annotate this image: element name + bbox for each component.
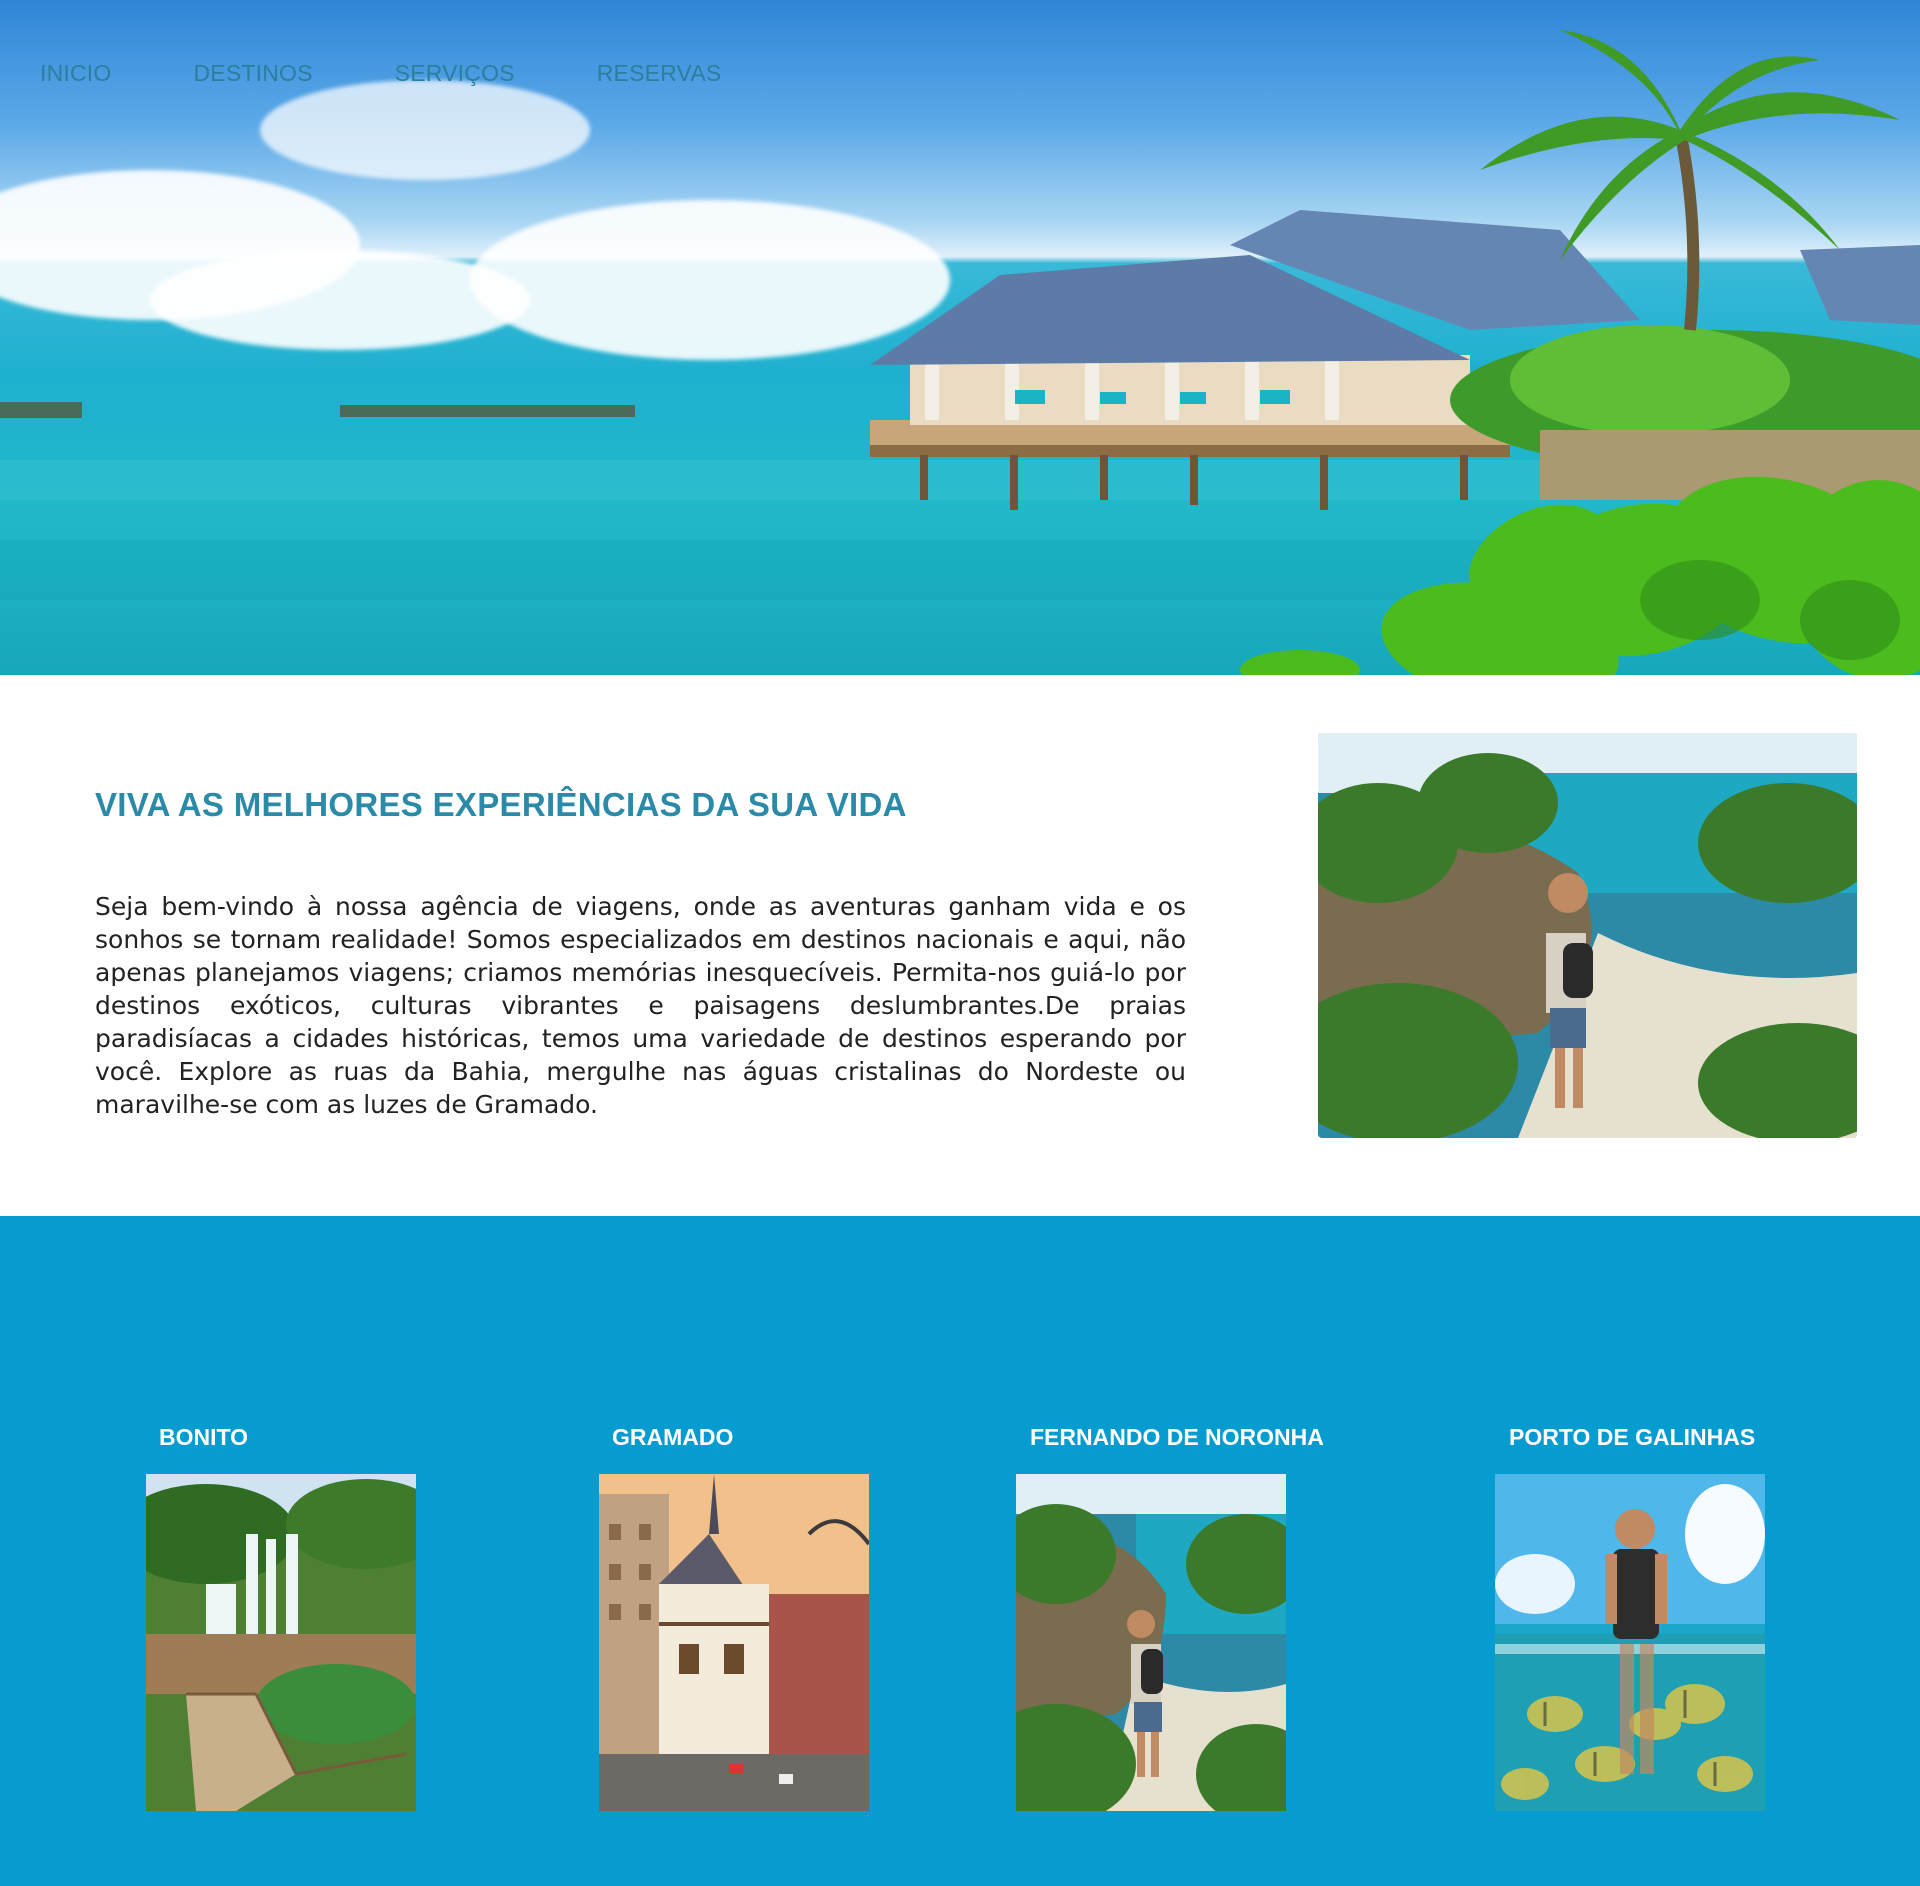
- destination-image-porto-de-galinhas[interactable]: [1495, 1474, 1765, 1811]
- nav-destinos[interactable]: DESTINOS: [193, 60, 312, 87]
- destination-title-gramado: GRAMADO: [612, 1424, 734, 1450]
- nav-servicos[interactable]: SERVIÇOS: [395, 60, 515, 87]
- destination-image-gramado[interactable]: [599, 1474, 869, 1811]
- destination-image-fernando-de-noronha[interactable]: [1016, 1474, 1286, 1811]
- nav-reservas[interactable]: RESERVAS: [597, 60, 722, 87]
- intro-photo: [1318, 733, 1857, 1138]
- intro-title: VIVA AS MELHORES EXPERIÊNCIAS DA SUA VID…: [95, 786, 907, 823]
- resort-illustration: [0, 30, 1920, 675]
- destination-image-bonito[interactable]: [146, 1474, 416, 1811]
- destination-title-bonito: BONITO: [159, 1424, 249, 1450]
- nav-inicio[interactable]: INICIO: [40, 60, 111, 87]
- destination-title-fernando-de-noronha: FERNANDO DE NORONHA: [1030, 1424, 1324, 1450]
- hero-banner: INICIO DESTINOS SERVIÇOS RESERVAS: [0, 0, 1920, 675]
- destination-title-porto-de-galinhas: PORTO DE GALINHAS: [1509, 1424, 1756, 1450]
- main-nav: INICIO DESTINOS SERVIÇOS RESERVAS: [40, 60, 803, 87]
- destinations-section: BONITO GRAMADO FERNANDO DE NORONHA PORTO…: [0, 1216, 1920, 1886]
- intro-text: Seja bem-vindo à nossa agência de viagen…: [95, 892, 1186, 1119]
